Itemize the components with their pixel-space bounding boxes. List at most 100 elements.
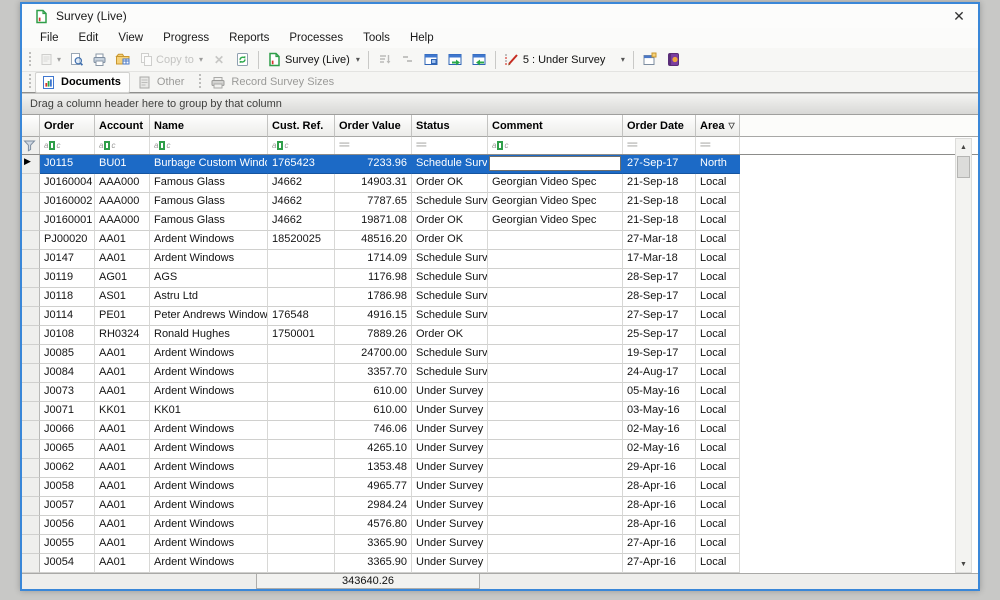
cell-order_value[interactable]: 19871.08 <box>335 212 412 231</box>
scrollbar-track[interactable] <box>956 179 971 556</box>
cell-cust_ref[interactable] <box>268 269 335 288</box>
cell-order_date[interactable]: 28-Apr-16 <box>623 478 696 497</box>
column-header-status[interactable]: Status <box>412 115 488 137</box>
cell-order_date[interactable]: 28-Apr-16 <box>623 516 696 535</box>
cell-cust_ref[interactable]: 176548 <box>268 307 335 326</box>
cell-order_date[interactable]: 25-Sep-17 <box>623 326 696 345</box>
cell-comment[interactable] <box>488 326 623 345</box>
cell-order[interactable]: J0057 <box>40 497 95 516</box>
cell-order[interactable]: J0085 <box>40 345 95 364</box>
table-row[interactable]: J0055AA01Ardent Windows3365.90Under Surv… <box>22 535 978 554</box>
menu-help[interactable]: Help <box>400 30 444 46</box>
cell-name[interactable]: Ardent Windows <box>150 478 268 497</box>
menu-tools[interactable]: Tools <box>353 30 400 46</box>
field-chooser-button[interactable] <box>397 50 418 69</box>
cell-status[interactable]: Under Survey <box>412 383 488 402</box>
cell-account[interactable]: RH0324 <box>95 326 150 345</box>
cell-order_date[interactable]: 27-Mar-18 <box>623 231 696 250</box>
table-row[interactable]: J0118AS01Astru Ltd1786.98Schedule Survey… <box>22 288 978 307</box>
cell-cust_ref[interactable]: 18520025 <box>268 231 335 250</box>
cell-order_value[interactable]: 2984.24 <box>335 497 412 516</box>
cell-status[interactable]: Order OK <box>412 212 488 231</box>
menu-processes[interactable]: Processes <box>279 30 353 46</box>
cell-account[interactable]: BU01 <box>95 155 150 174</box>
filter-cell-order[interactable]: ac <box>40 137 95 154</box>
cell-status[interactable]: Under Survey <box>412 497 488 516</box>
cell-account[interactable]: AA01 <box>95 497 150 516</box>
cell-comment[interactable] <box>488 421 623 440</box>
cell-order[interactable]: J0160002 <box>40 193 95 212</box>
cell-comment[interactable] <box>488 345 623 364</box>
menu-reports[interactable]: Reports <box>219 30 279 46</box>
cell-area[interactable]: Local <box>696 364 740 383</box>
cell-comment[interactable] <box>488 155 623 174</box>
import-window-button[interactable] <box>468 50 490 69</box>
cell-area[interactable]: Local <box>696 497 740 516</box>
cell-order_date[interactable]: 27-Sep-17 <box>623 307 696 326</box>
column-header-account[interactable]: Account <box>95 115 150 137</box>
cell-area[interactable]: Local <box>696 307 740 326</box>
cell-area[interactable]: Local <box>696 478 740 497</box>
cell-order_date[interactable]: 17-Mar-18 <box>623 250 696 269</box>
table-row[interactable]: J0066AA01Ardent Windows746.06Under Surve… <box>22 421 978 440</box>
cell-order_date[interactable]: 21-Sep-18 <box>623 174 696 193</box>
cell-name[interactable]: KK01 <box>150 402 268 421</box>
cell-status[interactable]: Under Survey <box>412 402 488 421</box>
cell-order_value[interactable]: 1714.09 <box>335 250 412 269</box>
cell-order_value[interactable]: 1786.98 <box>335 288 412 307</box>
cell-order_date[interactable]: 24-Aug-17 <box>623 364 696 383</box>
cell-order[interactable]: J0084 <box>40 364 95 383</box>
cell-area[interactable]: Local <box>696 288 740 307</box>
cell-account[interactable]: AA01 <box>95 345 150 364</box>
cell-status[interactable]: Order OK <box>412 326 488 345</box>
cell-name[interactable]: Famous Glass <box>150 193 268 212</box>
cell-comment[interactable] <box>488 535 623 554</box>
cell-comment[interactable] <box>488 478 623 497</box>
cell-area[interactable]: Local <box>696 421 740 440</box>
table-row[interactable]: J0147AA01Ardent Windows1714.09Schedule S… <box>22 250 978 269</box>
cell-name[interactable]: Ardent Windows <box>150 364 268 383</box>
cell-area[interactable]: Local <box>696 440 740 459</box>
table-row[interactable]: J0065AA01Ardent Windows4265.10Under Surv… <box>22 440 978 459</box>
cell-status[interactable]: Schedule Survey <box>412 345 488 364</box>
table-row[interactable]: J0056AA01Ardent Windows4576.80Under Surv… <box>22 516 978 535</box>
cell-order_value[interactable]: 3365.90 <box>335 535 412 554</box>
cell-order_value[interactable]: 1176.98 <box>335 269 412 288</box>
cell-order_value[interactable]: 1353.48 <box>335 459 412 478</box>
close-button[interactable]: ✕ <box>948 8 970 25</box>
cell-comment[interactable] <box>488 364 623 383</box>
table-row[interactable]: J0085AA01Ardent Windows24700.00Schedule … <box>22 345 978 364</box>
cell-order_date[interactable]: 02-May-16 <box>623 421 696 440</box>
cell-order[interactable]: J0062 <box>40 459 95 478</box>
cell-area[interactable]: Local <box>696 231 740 250</box>
cell-order[interactable]: J0119 <box>40 269 95 288</box>
cell-name[interactable]: Ardent Windows <box>150 497 268 516</box>
cell-order_value[interactable]: 24700.00 <box>335 345 412 364</box>
table-row[interactable]: J0119AG01AGS1176.98Schedule Survey28-Sep… <box>22 269 978 288</box>
cell-account[interactable]: AS01 <box>95 288 150 307</box>
filter-cell-cust_ref[interactable]: ac <box>268 137 335 154</box>
cell-status[interactable]: Schedule Survey <box>412 364 488 383</box>
cell-order[interactable]: J0073 <box>40 383 95 402</box>
cell-comment[interactable] <box>488 497 623 516</box>
cell-comment[interactable] <box>488 307 623 326</box>
scrollbar-thumb[interactable] <box>957 156 970 178</box>
cell-status[interactable]: Schedule Survey <box>412 250 488 269</box>
cell-order[interactable]: J0115 <box>40 155 95 174</box>
cell-order[interactable]: J0054 <box>40 554 95 573</box>
cell-order[interactable]: J0108 <box>40 326 95 345</box>
refresh-button[interactable] <box>232 50 253 69</box>
group-by-bar[interactable]: Drag a column header here to group by th… <box>22 93 978 115</box>
cell-status[interactable]: Under Survey <box>412 421 488 440</box>
cell-order_value[interactable]: 7233.96 <box>335 155 412 174</box>
cell-account[interactable]: AA01 <box>95 535 150 554</box>
cell-order_value[interactable]: 746.06 <box>335 421 412 440</box>
filter-cell-name[interactable]: ac <box>150 137 268 154</box>
cell-order[interactable]: J0055 <box>40 535 95 554</box>
cell-order[interactable]: J0066 <box>40 421 95 440</box>
table-row[interactable]: J0071KK01KK01610.00Under Survey03-May-16… <box>22 402 978 421</box>
cell-account[interactable]: AAA000 <box>95 174 150 193</box>
table-row[interactable]: J0084AA01Ardent Windows3357.70Schedule S… <box>22 364 978 383</box>
tabbar-grip[interactable] <box>27 74 32 90</box>
column-header-order_date[interactable]: Order Date <box>623 115 696 137</box>
